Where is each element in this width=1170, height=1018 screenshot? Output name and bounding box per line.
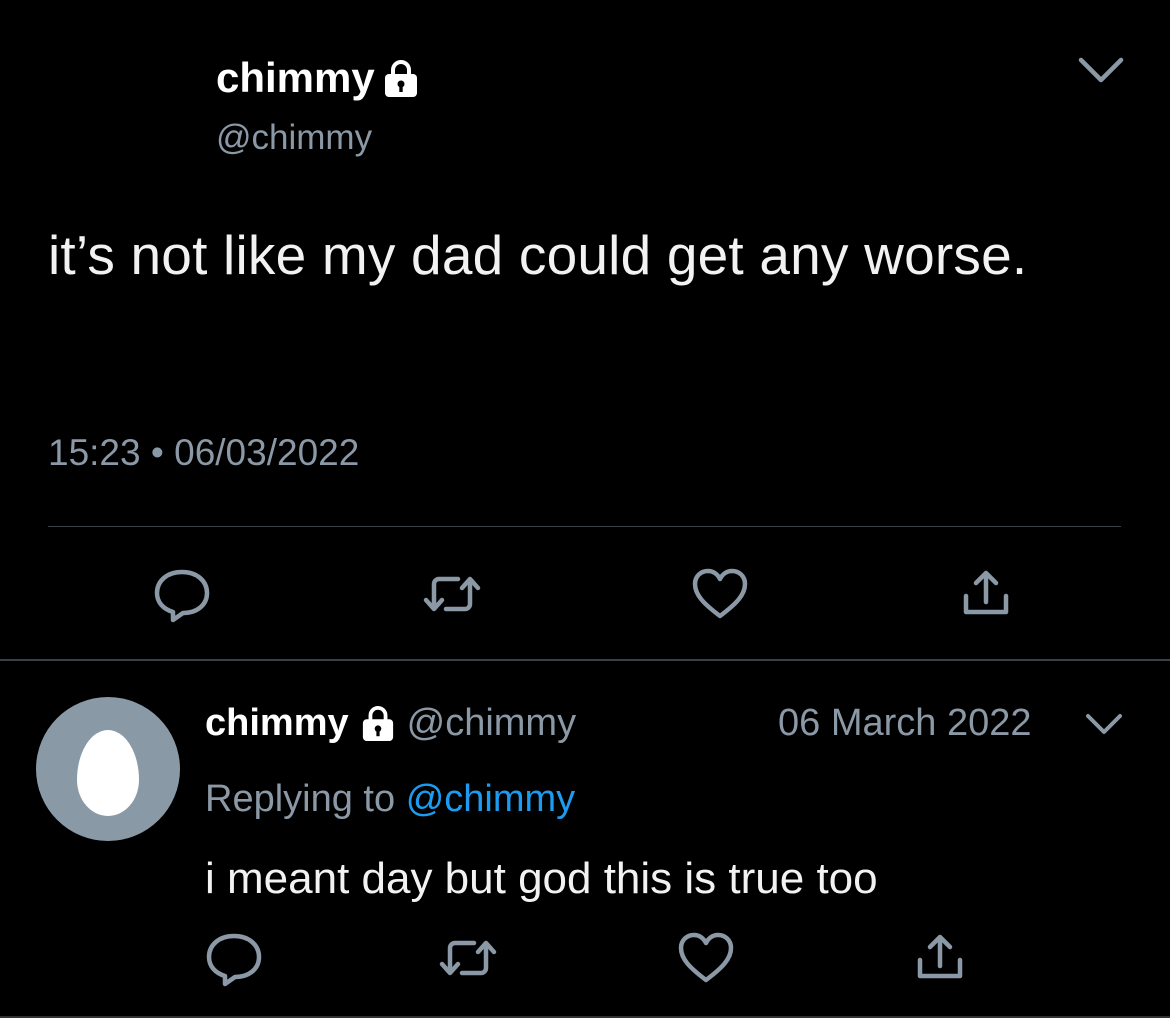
like-button[interactable] bbox=[676, 928, 736, 988]
replying-to: Replying to @chimmy bbox=[205, 776, 575, 822]
share-button[interactable] bbox=[910, 928, 970, 988]
lock-icon bbox=[361, 704, 395, 742]
timestamp-separator: • bbox=[150, 432, 164, 473]
reply-date[interactable]: 06 March 2022 bbox=[778, 700, 1032, 746]
retweet-button[interactable] bbox=[422, 564, 482, 624]
avatar[interactable] bbox=[36, 697, 180, 841]
reply-icon bbox=[206, 933, 262, 987]
chevron-down-icon[interactable] bbox=[1082, 706, 1126, 742]
tweet-time: 15:23 bbox=[48, 432, 141, 473]
divider bbox=[0, 659, 1170, 661]
share-icon bbox=[963, 570, 1009, 615]
chevron-down-icon[interactable] bbox=[1076, 50, 1126, 90]
replying-mention-link[interactable]: @chimmy bbox=[406, 778, 575, 820]
reply-author[interactable]: chimmy @chimmy bbox=[205, 700, 576, 746]
lock-icon bbox=[383, 58, 419, 98]
author-handle[interactable]: @chimmy bbox=[407, 700, 576, 746]
tweet-text: it’s not like my dad could get any worse… bbox=[48, 224, 1028, 286]
like-icon bbox=[678, 932, 734, 983]
like-button[interactable] bbox=[690, 564, 750, 624]
tweet-date: 06/03/2022 bbox=[174, 432, 360, 473]
author-display-name[interactable]: chimmy bbox=[205, 700, 349, 746]
default-egg-icon bbox=[77, 730, 139, 816]
author-handle[interactable]: @chimmy bbox=[216, 116, 372, 160]
retweet-icon bbox=[423, 576, 481, 612]
reply-button[interactable] bbox=[152, 564, 212, 624]
reply-button[interactable] bbox=[204, 928, 264, 988]
divider bbox=[48, 526, 1121, 527]
share-button[interactable] bbox=[956, 564, 1016, 624]
share-icon bbox=[917, 934, 963, 979]
retweet-button[interactable] bbox=[438, 928, 498, 988]
author-display-name[interactable]: chimmy bbox=[216, 52, 375, 104]
retweet-icon bbox=[439, 940, 497, 976]
reply-icon bbox=[154, 569, 210, 623]
like-icon bbox=[692, 568, 748, 619]
tweet-timestamp[interactable]: 15:23 • 06/03/2022 bbox=[48, 430, 359, 476]
tweet-text: i meant day but god this is true too bbox=[205, 854, 878, 903]
main-tweet-author[interactable]: chimmy bbox=[216, 52, 419, 104]
replying-prefix: Replying to bbox=[205, 778, 396, 820]
